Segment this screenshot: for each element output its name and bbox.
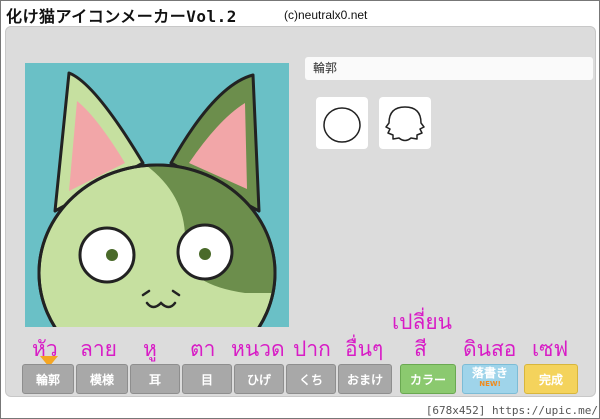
thai-label-other: อื่นๆ [345,337,384,361]
thai-label-whiskers: หนวด [231,337,285,361]
section-header: 輪郭 [305,57,593,80]
head-fluffy-option[interactable] [379,97,431,149]
thai-label-pencil: ดินสอ [463,337,517,361]
app-title: 化け猫アイコンメーカーVol.2 [6,7,237,26]
tab-ears[interactable]: 耳 [130,364,180,394]
thai-label-pattern: ลาย [80,337,117,361]
tab-pattern[interactable]: 模様 [76,364,128,394]
tab-doodle[interactable]: 落書き NEW! [462,364,518,394]
thai-label-color: สี [414,337,427,361]
head-round-option-icon [323,107,361,143]
tab-finish[interactable]: 完成 [524,364,578,394]
thai-label-mouth: ปาก [293,337,331,361]
tab-outline[interactable]: 輪郭 [22,364,74,394]
head-fluffy-option-icon [385,106,425,142]
thai-label-eyes: ตา [190,337,216,361]
head-round-option[interactable] [316,97,368,149]
image-watermark: [678x452] https://upic.me/ [425,404,598,417]
cat-canvas [25,63,289,327]
tab-whiskers[interactable]: ひげ [234,364,284,394]
tab-doodle-label: 落書き [471,366,508,380]
tab-mouth[interactable]: くち [286,364,336,394]
tab-eyes[interactable]: 目 [182,364,232,394]
cat-face-preview [37,71,277,327]
credit-text: (c)neutralx0.net [284,8,368,22]
new-badge: NEW! [479,380,501,388]
thai-label-ears: หู [143,337,157,361]
thai-label-save: เซฟ [532,337,569,361]
tab-extras[interactable]: おまけ [338,364,392,394]
tab-color[interactable]: カラー [400,364,456,394]
